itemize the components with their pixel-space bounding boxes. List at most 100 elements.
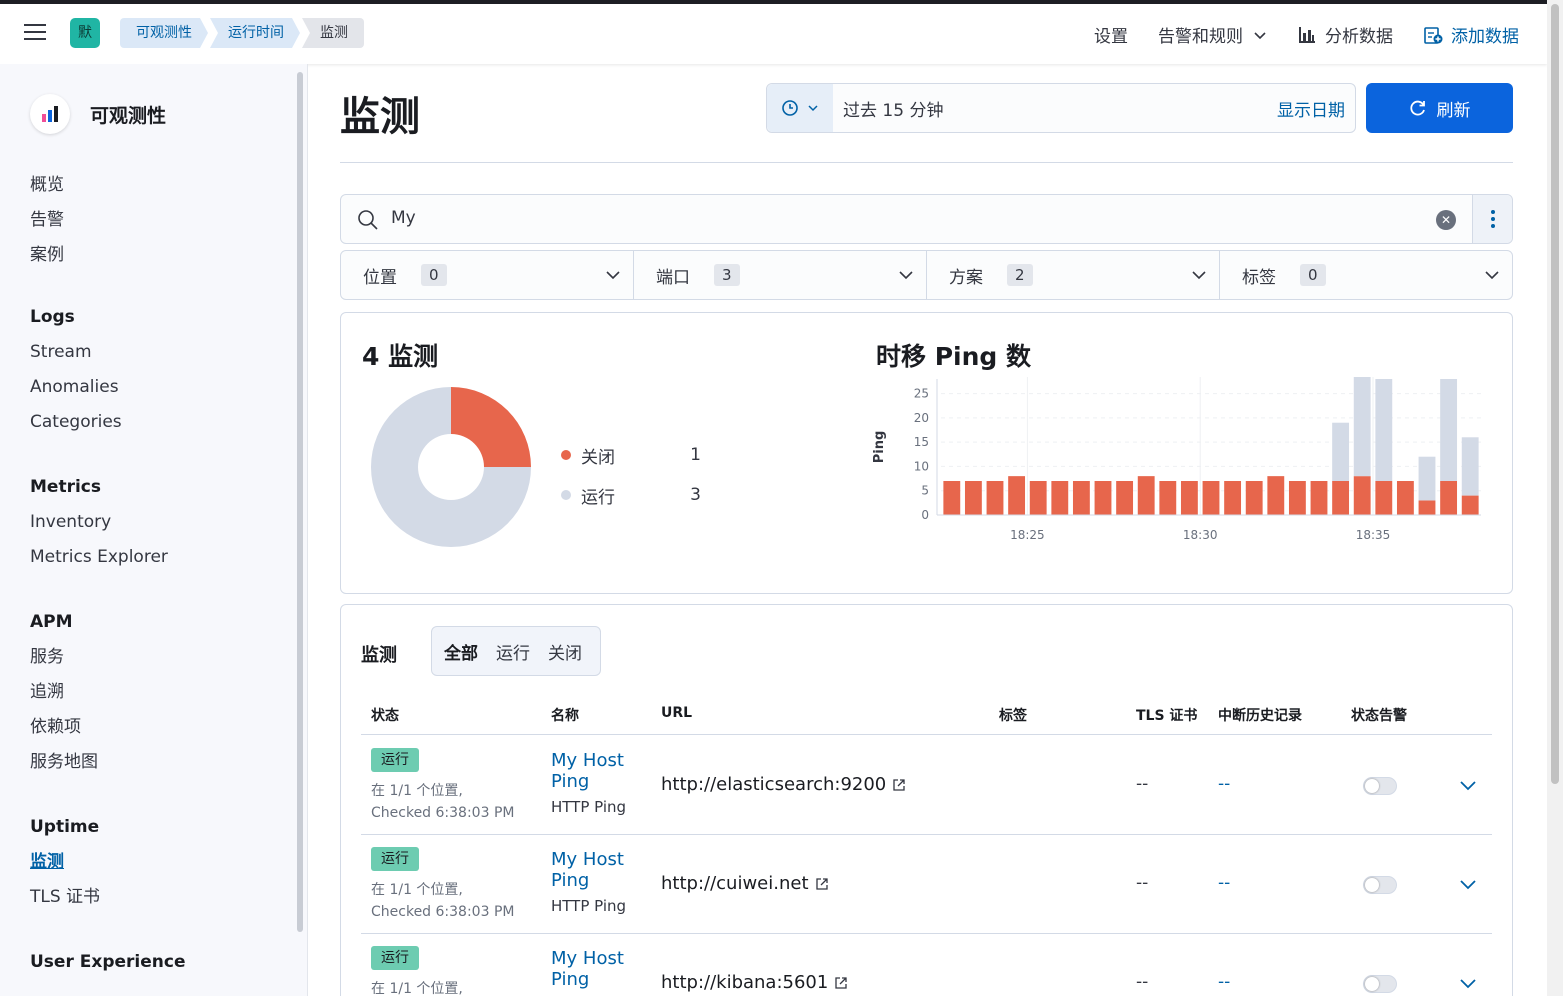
donut-slice[interactable] (451, 387, 531, 467)
bar-down[interactable] (1116, 481, 1134, 515)
bar-down[interactable] (1180, 481, 1198, 515)
sidebar-item-inventory[interactable]: Inventory (30, 507, 168, 542)
sidebar-item-service-map[interactable]: 服务地图 (30, 747, 98, 782)
tab-all[interactable]: 全部 (444, 639, 478, 664)
sidebar-item-overview[interactable]: 概览 (30, 170, 64, 205)
sidebar-item-alerts[interactable]: 告警 (30, 205, 64, 240)
chevron-down-icon[interactable] (1459, 875, 1477, 893)
bar-up[interactable] (1440, 379, 1458, 481)
search-input[interactable]: My (391, 208, 416, 228)
bar-down[interactable] (1051, 481, 1069, 515)
downtime-history-value[interactable]: -- (1218, 972, 1230, 992)
sidebar-item-traces[interactable]: 追溯 (30, 677, 98, 712)
downtime-history-value[interactable]: -- (1218, 774, 1230, 794)
sidebar-item-cases[interactable]: 案例 (30, 240, 64, 275)
sidebar-item-monitors[interactable]: 监测 (30, 847, 100, 882)
monitor-url-link[interactable]: http://kibana:5601 (661, 972, 848, 993)
downtime-history-value[interactable]: -- (1218, 873, 1230, 893)
settings-link[interactable]: 设置 (1094, 22, 1128, 47)
bar-down[interactable] (1137, 476, 1155, 515)
sidebar-item-tls-certs[interactable]: TLS 证书 (30, 882, 100, 917)
legend-down[interactable]: 关闭 1 (561, 435, 701, 475)
col-status[interactable]: 状态 (371, 705, 399, 725)
bar-down[interactable] (1245, 481, 1263, 515)
bar-down[interactable] (1440, 481, 1458, 515)
bar-down[interactable] (1353, 476, 1371, 515)
nav-heading-uptime: Uptime (30, 817, 100, 837)
status-donut-chart (371, 387, 531, 547)
breadcrumb-observability[interactable]: 可观测性 (120, 18, 208, 48)
bar-down[interactable] (1310, 481, 1328, 515)
bar-down[interactable] (1418, 500, 1436, 515)
bar-down[interactable] (1288, 481, 1306, 515)
breadcrumb-uptime[interactable]: 运行时间 (210, 18, 300, 48)
sidebar-item-categories[interactable]: Categories (30, 407, 122, 442)
ping-chart-title: 时移 Ping 数 (876, 342, 1031, 371)
status-alert-toggle[interactable] (1363, 975, 1397, 993)
bar-up[interactable] (1418, 456, 1436, 501)
bar-up[interactable] (1332, 422, 1350, 481)
sidebar-item-dependencies[interactable]: 依赖项 (30, 712, 98, 747)
monitor-url-link[interactable]: http://cuiwei.net (661, 873, 829, 894)
bar-up[interactable] (1353, 377, 1371, 477)
date-range-text[interactable]: 过去 15 分钟 (833, 96, 1277, 121)
bar-down[interactable] (1094, 481, 1112, 515)
bar-up[interactable] (1461, 437, 1479, 496)
bar-down[interactable] (1008, 476, 1026, 515)
bar-down[interactable] (1375, 481, 1393, 515)
status-alert-toggle[interactable] (1363, 876, 1397, 894)
bar-down[interactable] (1029, 481, 1047, 515)
bar-down[interactable] (1159, 481, 1177, 515)
sidebar-item-anomalies[interactable]: Anomalies (30, 372, 122, 407)
menu-icon[interactable] (24, 24, 46, 42)
sidebar-item-metrics-explorer[interactable]: Metrics Explorer (30, 542, 168, 577)
quick-menu-button[interactable] (767, 84, 833, 132)
filter-port[interactable]: 端口 3 (634, 251, 927, 299)
bar-down[interactable] (1332, 481, 1350, 515)
sidebar-scrollbar[interactable] (297, 72, 303, 932)
query-menu-button[interactable] (1472, 195, 1512, 243)
bar-down[interactable] (1072, 481, 1090, 515)
bar-up[interactable] (1375, 379, 1393, 481)
monitor-name-link[interactable]: My Host Ping (551, 849, 641, 891)
filter-scheme[interactable]: 方案 2 (927, 251, 1220, 299)
x-tick-label: 18:25 (1010, 528, 1045, 542)
filter-tags[interactable]: 标签 0 (1220, 251, 1512, 299)
chevron-down-icon[interactable] (1459, 974, 1477, 992)
add-data-link[interactable]: 添加数据 (1423, 22, 1519, 47)
bar-down[interactable] (1396, 481, 1414, 515)
date-picker[interactable]: 过去 15 分钟 显示日期 (766, 83, 1356, 133)
legend-dot (561, 490, 571, 500)
refresh-button[interactable]: 刷新 (1366, 83, 1513, 133)
space-avatar[interactable]: 默 (70, 18, 100, 48)
bar-down[interactable] (943, 481, 961, 515)
bar-down[interactable] (1267, 476, 1285, 515)
filter-location[interactable]: 位置 0 (341, 251, 634, 299)
monitor-url-link[interactable]: http://elasticsearch:9200 (661, 774, 906, 795)
monitor-name-link[interactable]: My Host Ping (551, 948, 641, 990)
tls-value: -- (1136, 774, 1149, 794)
col-name[interactable]: 名称 (551, 705, 579, 725)
bar-down[interactable] (1461, 495, 1479, 515)
analyze-data-link[interactable]: 分析数据 (1297, 22, 1393, 47)
y-tick-label: 10 (914, 459, 929, 473)
tab-down[interactable]: 关闭 (548, 639, 582, 664)
page-scrollbar-thumb[interactable] (1551, 4, 1559, 784)
sidebar-item-stream[interactable]: Stream (30, 337, 122, 372)
bar-down[interactable] (1224, 481, 1242, 515)
clear-search-icon[interactable]: ✕ (1436, 210, 1456, 230)
bar-down[interactable] (1202, 481, 1220, 515)
page-scrollbar[interactable] (1547, 0, 1563, 996)
monitor-name-link[interactable]: My Host Ping (551, 750, 641, 792)
search-bar[interactable]: My ✕ (340, 194, 1513, 244)
alerts-rules-menu[interactable]: 告警和规则 (1158, 22, 1267, 47)
sidebar-item-services[interactable]: 服务 (30, 642, 98, 677)
show-dates-link[interactable]: 显示日期 (1277, 96, 1355, 121)
bar-down[interactable] (964, 481, 982, 515)
status-alert-toggle[interactable] (1363, 777, 1397, 795)
tab-up[interactable]: 运行 (496, 639, 530, 664)
bar-down[interactable] (986, 481, 1004, 515)
location-info: 在 1/1 个位置, (371, 978, 463, 996)
legend-up[interactable]: 运行 3 (561, 475, 701, 515)
chevron-down-icon[interactable] (1459, 776, 1477, 794)
